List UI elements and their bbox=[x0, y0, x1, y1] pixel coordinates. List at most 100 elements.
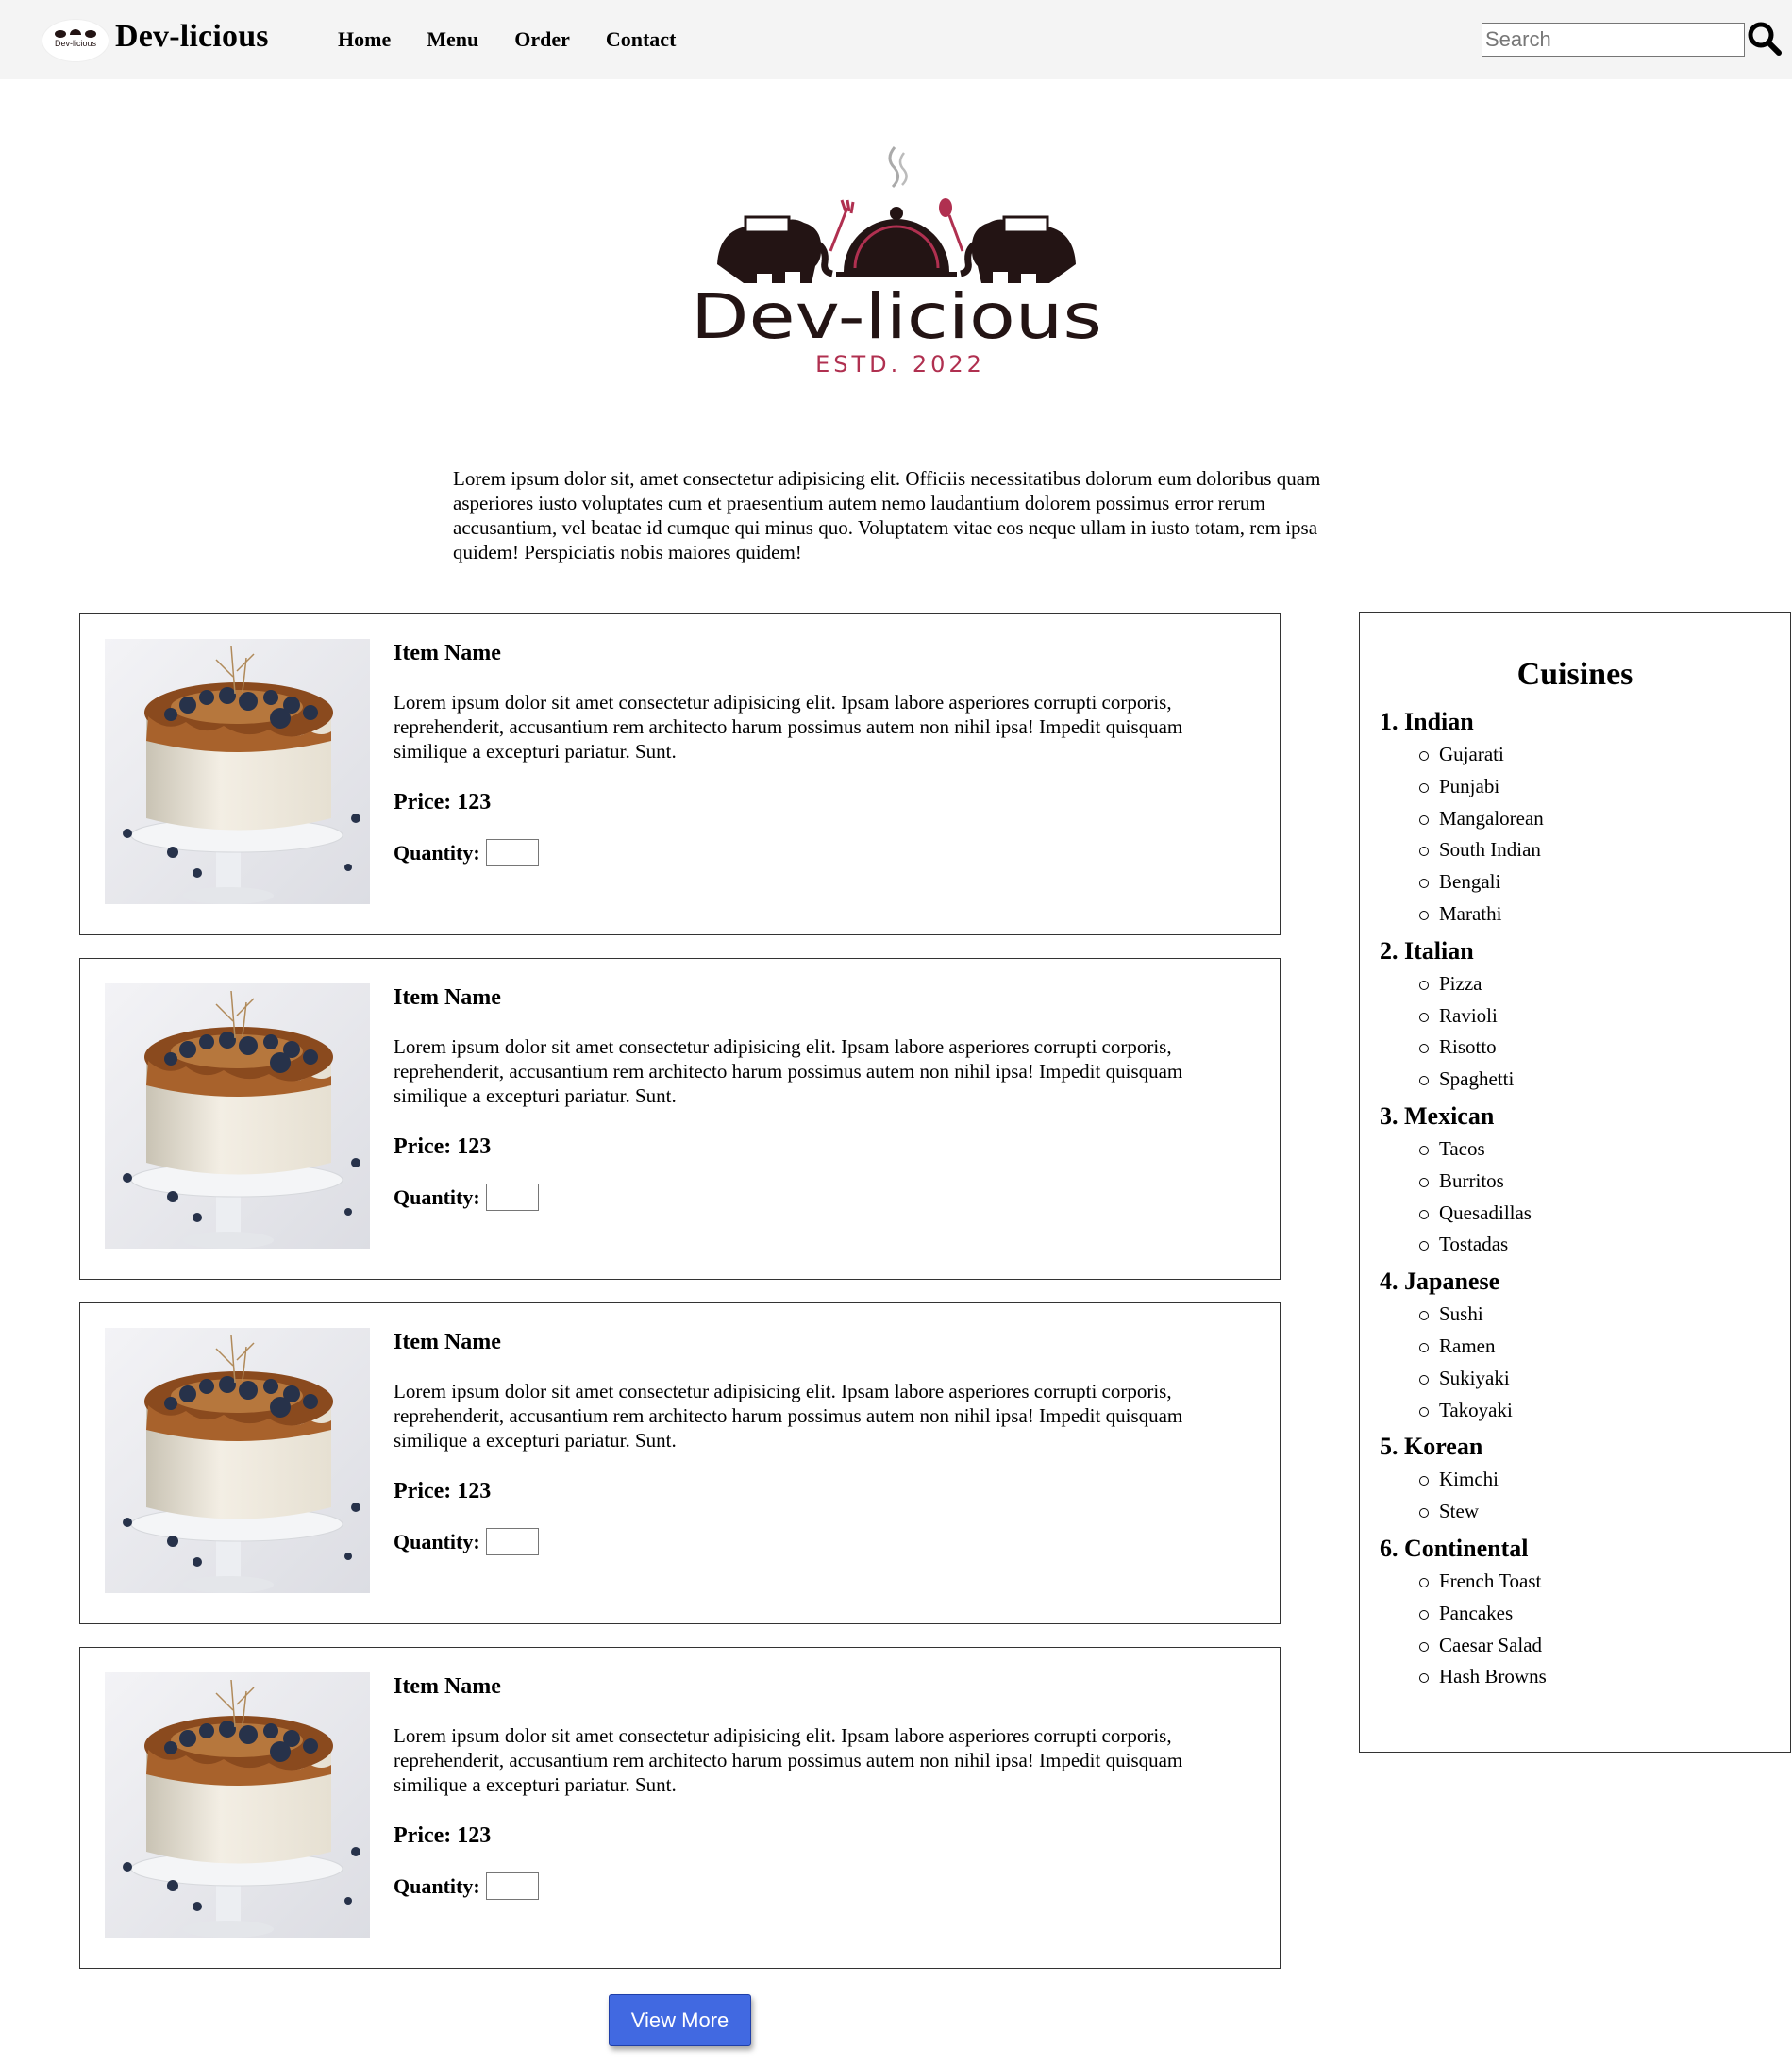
right-elephant-icon bbox=[960, 215, 1076, 283]
nav-logo-text: Dev-licious bbox=[55, 39, 97, 48]
fork-icon bbox=[829, 199, 855, 252]
cake-image bbox=[105, 1672, 370, 1938]
item-price: Price: 123 bbox=[394, 790, 492, 814]
dish-item[interactable]: Bengali bbox=[1419, 866, 1790, 898]
dish-item[interactable]: French Toast bbox=[1419, 1566, 1790, 1598]
cuisine-group: 5. Korean Kimchi Stew bbox=[1380, 1432, 1790, 1528]
hero-logo-name: Dev-licious bbox=[691, 280, 1102, 353]
menu-item-card: Item Name Lorem ipsum dolor sit amet con… bbox=[79, 613, 1281, 935]
quantity-label: Quantity: bbox=[394, 1873, 480, 1898]
dish-item[interactable]: Stew bbox=[1419, 1496, 1790, 1528]
quantity-row: Quantity: bbox=[394, 1184, 1243, 1211]
item-image bbox=[105, 639, 370, 904]
dish-item[interactable]: Hash Browns bbox=[1419, 1661, 1790, 1693]
menu-item-card: Item Name Lorem ipsum dolor sit amet con… bbox=[79, 1302, 1281, 1624]
cuisine-name[interactable]: 1. Indian bbox=[1380, 707, 1790, 737]
dish-list: Gujarati Punjabi Mangalorean South Indian Be… bbox=[1380, 739, 1790, 931]
item-name: Item Name bbox=[394, 1330, 501, 1354]
dish-item[interactable]: Kimchi bbox=[1419, 1464, 1790, 1496]
dish-item[interactable]: Tostadas bbox=[1419, 1229, 1790, 1261]
quantity-label: Quantity: bbox=[394, 1529, 480, 1553]
search-input[interactable] bbox=[1482, 23, 1745, 57]
dish-item[interactable]: Caesar Salad bbox=[1419, 1630, 1790, 1662]
dish-item[interactable]: Sukiyaki bbox=[1419, 1363, 1790, 1395]
nav-link-home[interactable]: Home bbox=[338, 27, 391, 52]
item-description: Lorem ipsum dolor sit amet consectetur a… bbox=[394, 1035, 1183, 1107]
item-name: Item Name bbox=[394, 1674, 501, 1699]
cuisine-group: 1. Indian Gujarati Punjabi Mangalorean South… bbox=[1380, 707, 1790, 931]
hero-logo-tagline: ESTD. 2022 bbox=[815, 351, 985, 378]
dish-item[interactable]: Spaghetti bbox=[1419, 1064, 1790, 1096]
dish-item[interactable]: Pancakes bbox=[1419, 1598, 1790, 1630]
dish-list: Sushi Ramen Sukiyaki Takoyaki bbox=[1380, 1299, 1790, 1426]
dish-item[interactable]: Mangalorean bbox=[1419, 803, 1790, 835]
dish-item[interactable]: Tacos bbox=[1419, 1133, 1790, 1166]
menu-item-card: Item Name Lorem ipsum dolor sit amet con… bbox=[79, 958, 1281, 1280]
dish-item[interactable]: Punjabi bbox=[1419, 771, 1790, 803]
quantity-input[interactable] bbox=[485, 1528, 539, 1555]
cuisine-name[interactable]: 5. Korean bbox=[1380, 1432, 1790, 1462]
restaurant-emblem: Dev-licious ESTD. 2022 bbox=[691, 146, 1102, 378]
dish-list: Pizza Ravioli Risotto Spaghetti bbox=[1380, 968, 1790, 1096]
dish-item[interactable]: Takoyaki bbox=[1419, 1395, 1790, 1427]
dish-item[interactable]: Risotto bbox=[1419, 1032, 1790, 1064]
cuisine-name[interactable]: 2. Italian bbox=[1380, 936, 1790, 966]
cake-image bbox=[105, 1328, 370, 1593]
item-description: Lorem ipsum dolor sit amet consectetur a… bbox=[394, 1724, 1183, 1796]
item-name: Item Name bbox=[394, 641, 501, 665]
item-image bbox=[105, 1672, 370, 1938]
item-description: Lorem ipsum dolor sit amet consectetur a… bbox=[394, 1380, 1183, 1452]
dish-item[interactable]: Pizza bbox=[1419, 968, 1790, 1000]
quantity-input[interactable] bbox=[485, 1184, 539, 1211]
quantity-label: Quantity: bbox=[394, 1184, 480, 1209]
cuisine-group: 4. Japanese Sushi Ramen Sukiyaki Takoyaki bbox=[1380, 1267, 1790, 1426]
item-price: Price: 123 bbox=[394, 1823, 492, 1848]
dish-list: Kimchi Stew bbox=[1380, 1464, 1790, 1528]
search-icon bbox=[1748, 22, 1782, 56]
item-details: Item Name Lorem ipsum dolor sit amet con… bbox=[394, 639, 1243, 866]
dish-item[interactable]: South Indian bbox=[1419, 834, 1790, 866]
dish-item[interactable]: Marathi bbox=[1419, 898, 1790, 931]
item-details: Item Name Lorem ipsum dolor sit amet con… bbox=[394, 1672, 1243, 1900]
cake-image bbox=[105, 983, 370, 1249]
quantity-row: Quantity: bbox=[394, 1528, 1243, 1555]
cuisine-name[interactable]: 6. Continental bbox=[1380, 1534, 1790, 1564]
dish-item[interactable]: Sushi bbox=[1419, 1299, 1790, 1331]
hero-logo: Dev-licious ESTD. 2022 bbox=[689, 140, 1104, 385]
brand-name[interactable]: Dev-licious bbox=[115, 19, 269, 55]
search-button[interactable] bbox=[1746, 21, 1784, 59]
item-details: Item Name Lorem ipsum dolor sit amet con… bbox=[394, 983, 1243, 1211]
cuisine-name[interactable]: 3. Mexican bbox=[1380, 1101, 1790, 1132]
cuisine-list: 1. Indian Gujarati Punjabi Mangalorean South… bbox=[1360, 707, 1790, 1693]
cake-image bbox=[105, 639, 370, 904]
item-details: Item Name Lorem ipsum dolor sit amet con… bbox=[394, 1328, 1243, 1555]
nav-link-menu[interactable]: Menu bbox=[427, 27, 478, 52]
item-price: Price: 123 bbox=[394, 1134, 492, 1159]
cuisine-group: 6. Continental French Toast Pancakes Caesar… bbox=[1380, 1534, 1790, 1693]
dish-item[interactable]: Gujarati bbox=[1419, 739, 1790, 771]
quantity-label: Quantity: bbox=[394, 840, 480, 865]
cuisines-sidebar: Cuisines 1. Indian Gujarati Punjabi Mangalo… bbox=[1359, 612, 1791, 1753]
dish-item[interactable]: Ramen bbox=[1419, 1331, 1790, 1363]
left-elephant-icon bbox=[717, 215, 833, 283]
dish-list: French Toast Pancakes Caesar Salad Hash Bro… bbox=[1380, 1566, 1790, 1693]
item-price: Price: 123 bbox=[394, 1479, 492, 1503]
quantity-input[interactable] bbox=[485, 839, 539, 866]
dish-list: Tacos Burritos Quesadillas Tostadas bbox=[1380, 1133, 1790, 1261]
item-image bbox=[105, 983, 370, 1249]
dish-item[interactable]: Burritos bbox=[1419, 1166, 1790, 1198]
intro-text: Lorem ipsum dolor sit, amet consectetur … bbox=[453, 467, 1321, 563]
view-more-button[interactable]: View More bbox=[609, 1994, 751, 2046]
quantity-input[interactable] bbox=[485, 1872, 539, 1900]
spoon-icon bbox=[939, 198, 964, 252]
quantity-row: Quantity: bbox=[394, 1872, 1243, 1900]
dish-item[interactable]: Ravioli bbox=[1419, 1000, 1790, 1032]
item-name: Item Name bbox=[394, 985, 501, 1010]
menu-item-card: Item Name Lorem ipsum dolor sit amet con… bbox=[79, 1647, 1281, 1969]
dish-item[interactable]: Quesadillas bbox=[1419, 1198, 1790, 1230]
nav-link-order[interactable]: Order bbox=[514, 27, 570, 52]
cuisine-group: 2. Italian Pizza Ravioli Risotto Spaghetti bbox=[1380, 936, 1790, 1096]
nav-link-contact[interactable]: Contact bbox=[606, 27, 677, 52]
cuisine-name[interactable]: 4. Japanese bbox=[1380, 1267, 1790, 1297]
nav-logo[interactable]: Dev-licious bbox=[42, 19, 109, 62]
